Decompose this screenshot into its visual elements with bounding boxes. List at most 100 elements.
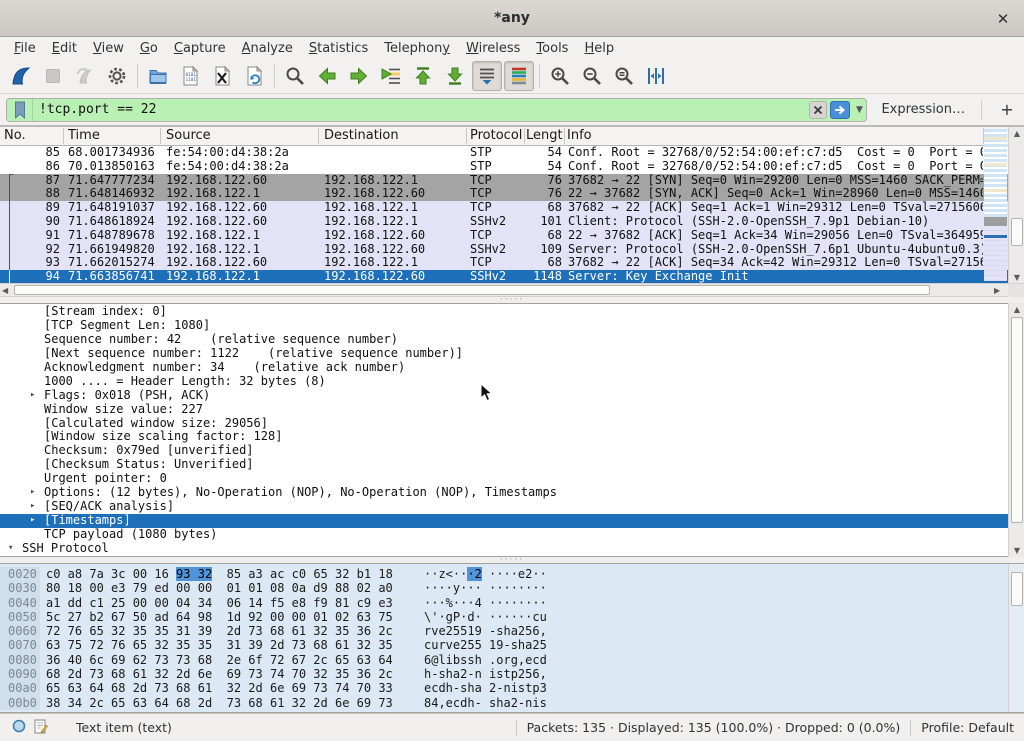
menu-file[interactable]: File — [6, 39, 44, 58]
toolbar-go-first-icon[interactable] — [408, 61, 438, 91]
scroll-up-icon[interactable]: ▲ — [1009, 303, 1024, 316]
toolbar-resize-columns-icon[interactable] — [641, 61, 671, 91]
detail-line[interactable]: ▸Options: (12 bytes), No-Operation (NOP)… — [0, 486, 1024, 500]
packet-row[interactable]: 8871.648146932192.168.122.1192.168.122.6… — [0, 187, 1024, 201]
hex-bytes[interactable]: 36 40 6c 69 62 73 73 68 2e 6f 72 67 2c 6… — [40, 653, 416, 667]
detail-line[interactable]: [TCP Segment Len: 1080] — [0, 319, 1024, 333]
scrollbar-thumb[interactable] — [1011, 317, 1023, 523]
menu-analyze[interactable]: Analyze — [234, 39, 301, 58]
hex-bytes[interactable]: 72 76 65 32 35 35 31 39 2d 73 68 61 32 3… — [40, 624, 416, 638]
column-divider[interactable] — [564, 128, 565, 144]
hex-ascii[interactable]: ··z<···2 ····e2·· — [416, 567, 547, 581]
details-vscrollbar[interactable]: ▲ ▼ — [1008, 303, 1024, 557]
packet-list-header[interactable]: No.TimeSourceDestinationProtocolLengthIn… — [0, 127, 1024, 146]
toolbar-restart-capture-icon[interactable] — [70, 61, 100, 91]
column-header-time[interactable]: Time — [68, 128, 163, 143]
hex-row[interactable]: 008036 40 6c 69 62 73 73 68 2e 6f 72 67 … — [0, 653, 1024, 667]
column-divider[interactable] — [524, 128, 525, 144]
toolbar-find-packet-icon[interactable] — [280, 61, 310, 91]
scroll-down-icon[interactable]: ▼ — [1009, 271, 1024, 283]
expander-icon[interactable]: ▸ — [30, 486, 35, 500]
toolbar-zoom-out-icon[interactable] — [577, 61, 607, 91]
expression-button[interactable]: Expression… — [881, 102, 965, 117]
detail-line[interactable]: Window size value: 227 — [0, 403, 1024, 417]
packet-row[interactable]: 9471.663856741192.168.122.1192.168.122.6… — [0, 270, 1024, 283]
toolbar-colorize-icon[interactable] — [504, 61, 534, 91]
hex-row[interactable]: 00b038 34 2c 65 63 64 68 2d 73 68 61 32 … — [0, 696, 1024, 710]
detail-line[interactable]: Checksum: 0x79ed [unverified] — [0, 444, 1024, 458]
packet-row[interactable]: 9171.648789678192.168.122.1192.168.122.6… — [0, 229, 1024, 243]
column-divider[interactable] — [160, 128, 161, 144]
toolbar-go-back-icon[interactable] — [312, 61, 342, 91]
expander-icon[interactable]: ▸ — [30, 514, 35, 528]
scroll-left-icon[interactable]: ◀ — [2, 286, 8, 295]
packet-row[interactable]: 8568.001734936fe:54:00:d4:38:2aSTP54Conf… — [0, 146, 1024, 160]
hex-bytes[interactable]: 65 63 64 68 2d 73 68 61 32 2d 6e 69 73 7… — [40, 681, 416, 695]
filter-clear-icon[interactable] — [809, 101, 827, 119]
detail-line[interactable]: [Next sequence number: 1122 (relative se… — [0, 347, 1024, 361]
toolbar-reload-file-icon[interactable] — [239, 61, 269, 91]
intelligent-scrollbar-minimap[interactable] — [984, 129, 1007, 281]
packet-row[interactable]: 8771.647777234192.168.122.60192.168.122.… — [0, 174, 1024, 188]
toolbar-stop-capture-icon[interactable] — [38, 61, 68, 91]
detail-line[interactable]: [Calculated window size: 29056] — [0, 417, 1024, 431]
menu-telephony[interactable]: Telephony — [376, 39, 458, 58]
scrollbar-thumb[interactable] — [1011, 572, 1023, 606]
hex-bytes[interactable]: 38 34 2c 65 63 64 68 2d 73 68 61 32 2d 6… — [40, 696, 416, 710]
hex-row[interactable]: 007063 75 72 76 65 32 35 35 31 39 2d 73 … — [0, 638, 1024, 652]
detail-line[interactable]: ▾SSH Protocol — [0, 542, 1024, 556]
expander-icon[interactable]: ▸ — [30, 500, 35, 514]
detail-line[interactable]: Acknowledgment number: 34 (relative ack … — [0, 361, 1024, 375]
filter-apply-icon[interactable] — [830, 101, 850, 119]
menu-edit[interactable]: Edit — [44, 39, 85, 58]
hex-row[interactable]: 009068 2d 73 68 61 32 2d 6e 69 73 74 70 … — [0, 667, 1024, 681]
hex-vscrollbar[interactable] — [1008, 564, 1024, 712]
menu-view[interactable]: View — [85, 39, 132, 58]
detail-line[interactable]: ▸[SEQ/ACK analysis] — [0, 500, 1024, 514]
column-header-protocol[interactable]: Protocol — [470, 128, 523, 143]
menu-go[interactable]: Go — [132, 39, 166, 58]
menu-capture[interactable]: Capture — [166, 39, 234, 58]
filter-history-dropdown[interactable]: ▼ — [852, 99, 866, 121]
toolbar-go-to-packet-icon[interactable] — [376, 61, 406, 91]
hex-bytes[interactable]: a1 dd c1 25 00 00 04 34 06 14 f5 e8 f9 8… — [40, 596, 416, 610]
column-header-length[interactable]: Length — [526, 128, 563, 143]
packet-row[interactable]: 8971.648191037192.168.122.60192.168.122.… — [0, 201, 1024, 215]
column-header-no[interactable]: No. — [4, 128, 64, 143]
packet-row[interactable]: 8670.013850163fe:54:00:d4:38:2aSTP54Conf… — [0, 160, 1024, 174]
detail-line[interactable]: [Stream index: 0] — [0, 305, 1024, 319]
hex-row[interactable]: 006072 76 65 32 35 35 31 39 2d 73 68 61 … — [0, 624, 1024, 638]
hex-bytes[interactable]: 5c 27 b2 67 50 ad 64 98 1d 92 00 00 01 0… — [40, 610, 416, 624]
hex-ascii[interactable]: rve25519 -sha256, — [416, 624, 547, 638]
title-bar[interactable]: *any ✕ — [0, 0, 1024, 37]
hex-ascii[interactable]: h-sha2-n istp256, — [416, 667, 547, 681]
column-header-source[interactable]: Source — [166, 128, 321, 143]
hex-ascii[interactable]: ecdh-sha 2-nistp3 — [416, 681, 547, 695]
column-divider[interactable] — [63, 128, 64, 144]
expander-icon[interactable]: ▸ — [30, 389, 35, 403]
hex-row[interactable]: 0040a1 dd c1 25 00 00 04 34 06 14 f5 e8 … — [0, 596, 1024, 610]
column-divider[interactable] — [318, 128, 319, 144]
hex-ascii[interactable]: curve255 19-sha25 — [416, 638, 547, 652]
hex-bytes[interactable]: c0 a8 7a 3c 00 16 93 32 85 a3 ac c0 65 3… — [40, 567, 416, 581]
packet-row[interactable]: 9271.661949820192.168.122.1192.168.122.6… — [0, 243, 1024, 257]
close-icon[interactable]: ✕ — [992, 8, 1014, 30]
toolbar-start-capture-icon[interactable] — [6, 61, 36, 91]
toolbar-capture-options-icon[interactable] — [102, 61, 132, 91]
toolbar-close-file-icon[interactable] — [207, 61, 237, 91]
packet-row[interactable]: 9371.662015274192.168.122.60192.168.122.… — [0, 256, 1024, 270]
hex-bytes[interactable]: 68 2d 73 68 61 32 2d 6e 69 73 74 70 32 3… — [40, 667, 416, 681]
packet-row[interactable]: 9071.648618924192.168.122.60192.168.122.… — [0, 215, 1024, 229]
expander-icon[interactable]: ▾ — [8, 542, 13, 556]
detail-line[interactable]: ▸[Timestamps] — [0, 514, 1024, 528]
hex-ascii[interactable]: ···%···4 ········ — [416, 596, 547, 610]
menu-help[interactable]: Help — [576, 39, 622, 58]
filter-bookmark-icon[interactable] — [7, 99, 33, 121]
menu-statistics[interactable]: Statistics — [301, 39, 376, 58]
toolbar-save-file-icon[interactable]: 01011101 — [175, 61, 205, 91]
detail-line[interactable]: [Window size scaling factor: 128] — [0, 430, 1024, 444]
menu-wireless[interactable]: Wireless — [458, 39, 528, 58]
hex-row[interactable]: 0020c0 a8 7a 3c 00 16 93 32 85 a3 ac c0 … — [0, 567, 1024, 581]
menu-tools[interactable]: Tools — [528, 39, 576, 58]
capture-comment-icon[interactable] — [34, 719, 48, 737]
